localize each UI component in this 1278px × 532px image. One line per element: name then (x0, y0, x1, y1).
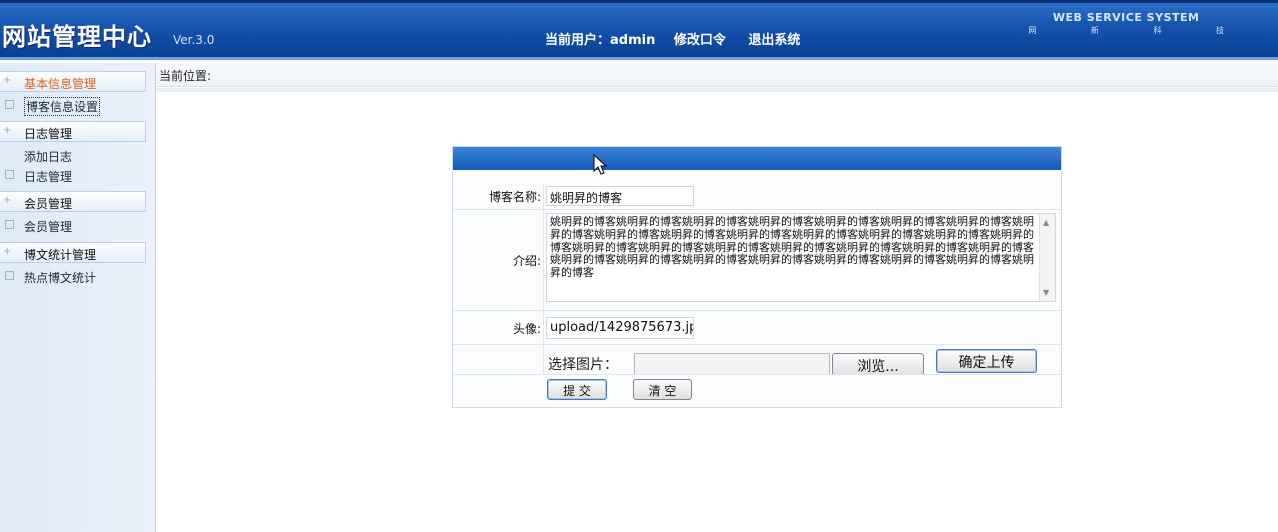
submit-button[interactable]: 提 交 (547, 379, 607, 400)
sidebar-section-7[interactable]: + 博文统计管理 (0, 242, 146, 263)
brand-subtitle: 网 新 科 技 (1028, 26, 1250, 35)
breadcrumb-label: 当前位置: (159, 69, 212, 83)
intro-textarea[interactable]: 姚明昇的博客姚明昇的博客姚明昇的博客姚明昇的博客姚明昇的博客姚明昇的博客姚明昇的… (546, 213, 1056, 302)
sidebar-section-5[interactable]: + 会员管理 (0, 191, 146, 212)
item-box-icon (5, 271, 14, 280)
brand-mark: WEB SERVICE SYSTEM 网 新 科 技 (1002, 11, 1250, 36)
change-password-link[interactable]: 修改口令 (674, 33, 726, 48)
sidebar-item-label: 添加日志 (24, 150, 73, 164)
upload-button[interactable]: 确定上传 (936, 349, 1037, 373)
top-nav: 当前用户：admin 修改口令 退出系统 (545, 29, 818, 48)
sidebar-item-label: 热点博文统计 (24, 271, 97, 285)
version-label: Ver.3.0 (173, 33, 215, 47)
upload-row: 选择图片： 浏览... 确定上传 (453, 344, 1061, 374)
intro-scrollbar[interactable]: ▲ ▼ (1039, 214, 1055, 301)
logout-link[interactable]: 退出系统 (748, 33, 800, 48)
avatar-row: 头像: upload/1429875673.jp (453, 310, 1061, 344)
intro-row: 介绍: 姚明昇的博客姚明昇的博客姚明昇的博客姚明昇的博客姚明昇的博客姚明昇的博客… (453, 209, 1061, 310)
blog-name-row: 博客名称: 姚明昇的博客 (453, 183, 1061, 209)
sidebar-section-2[interactable]: + 日志管理 (0, 121, 146, 142)
sidebar-item-label: 基本信息管理 (24, 77, 97, 91)
sidebar-item-label: 日志管理 (24, 170, 73, 184)
sidebar-item-3[interactable]: 添加日志 (0, 144, 150, 166)
blog-name-label: 博客名称: (488, 190, 541, 204)
intro-label: 介绍: (512, 254, 541, 268)
sidebar-item-8[interactable]: 热点博文统计 (0, 265, 150, 287)
divider (543, 345, 544, 374)
sidebar-item-6[interactable]: 会员管理 (0, 214, 150, 236)
actions-row: 提 交 清 空 (453, 374, 1061, 407)
current-user: 当前用户：admin (545, 33, 656, 48)
brand-title: WEB SERVICE SYSTEM (1052, 11, 1200, 24)
browse-button[interactable]: 浏览... (832, 353, 924, 374)
scroll-down-icon[interactable]: ▼ (1043, 288, 1049, 297)
avatar-path-input[interactable]: upload/1429875673.jp (546, 317, 694, 339)
file-path-input[interactable] (634, 353, 830, 374)
sidebar-item-1[interactable]: 博客信息设置 (0, 94, 150, 116)
blog-settings-form: 博客名称: 姚明昇的博客 介绍: 姚明昇的博客姚明昇的博客姚明昇的博客姚明昇的博… (452, 146, 1062, 408)
sidebar-item-label: 日志管理 (24, 127, 73, 141)
sidebar-item-label: 博客信息设置 (24, 97, 101, 116)
item-box-icon (5, 220, 14, 229)
scroll-up-icon[interactable]: ▲ (1043, 218, 1049, 227)
choose-image-label: 选择图片： (548, 357, 618, 373)
sidebar-item-label: 博文统计管理 (24, 248, 97, 262)
sidebar-item-label: 会员管理 (24, 197, 73, 211)
form-title-bar (453, 147, 1061, 170)
divider (543, 210, 544, 310)
item-box-icon (5, 170, 14, 179)
sidebar-item-label: 会员管理 (24, 220, 73, 234)
blog-name-input[interactable]: 姚明昇的博客 (546, 186, 694, 206)
divider (157, 88, 1278, 92)
mouse-cursor-icon (593, 154, 608, 175)
sidebar-item-4[interactable]: 日志管理 (0, 164, 150, 186)
item-box-icon (5, 100, 14, 109)
expand-icon: + (3, 125, 12, 136)
expand-icon: + (3, 195, 12, 206)
clear-button[interactable]: 清 空 (633, 379, 692, 400)
intro-text: 姚明昇的博客姚明昇的博客姚明昇的博客姚明昇的博客姚明昇的博客姚明昇的博客姚明昇的… (550, 215, 1034, 280)
expand-icon: + (3, 75, 12, 86)
avatar-label: 头像: (512, 322, 541, 336)
top-header: 网站管理中心 Ver.3.0 当前用户：admin 修改口令 退出系统 WEB … (0, 0, 1278, 60)
breadcrumb: 当前位置: (157, 63, 1278, 87)
sidebar: + 基本信息管理 博客信息设置 + 日志管理 添加日志 日志管理 + 会员管理 会员管理 + 博文统计… (0, 63, 156, 532)
expand-icon: + (3, 246, 12, 257)
site-logo: 网站管理中心 (2, 23, 152, 51)
divider (543, 183, 544, 209)
sidebar-section-0[interactable]: + 基本信息管理 (0, 71, 146, 92)
divider (543, 311, 544, 344)
